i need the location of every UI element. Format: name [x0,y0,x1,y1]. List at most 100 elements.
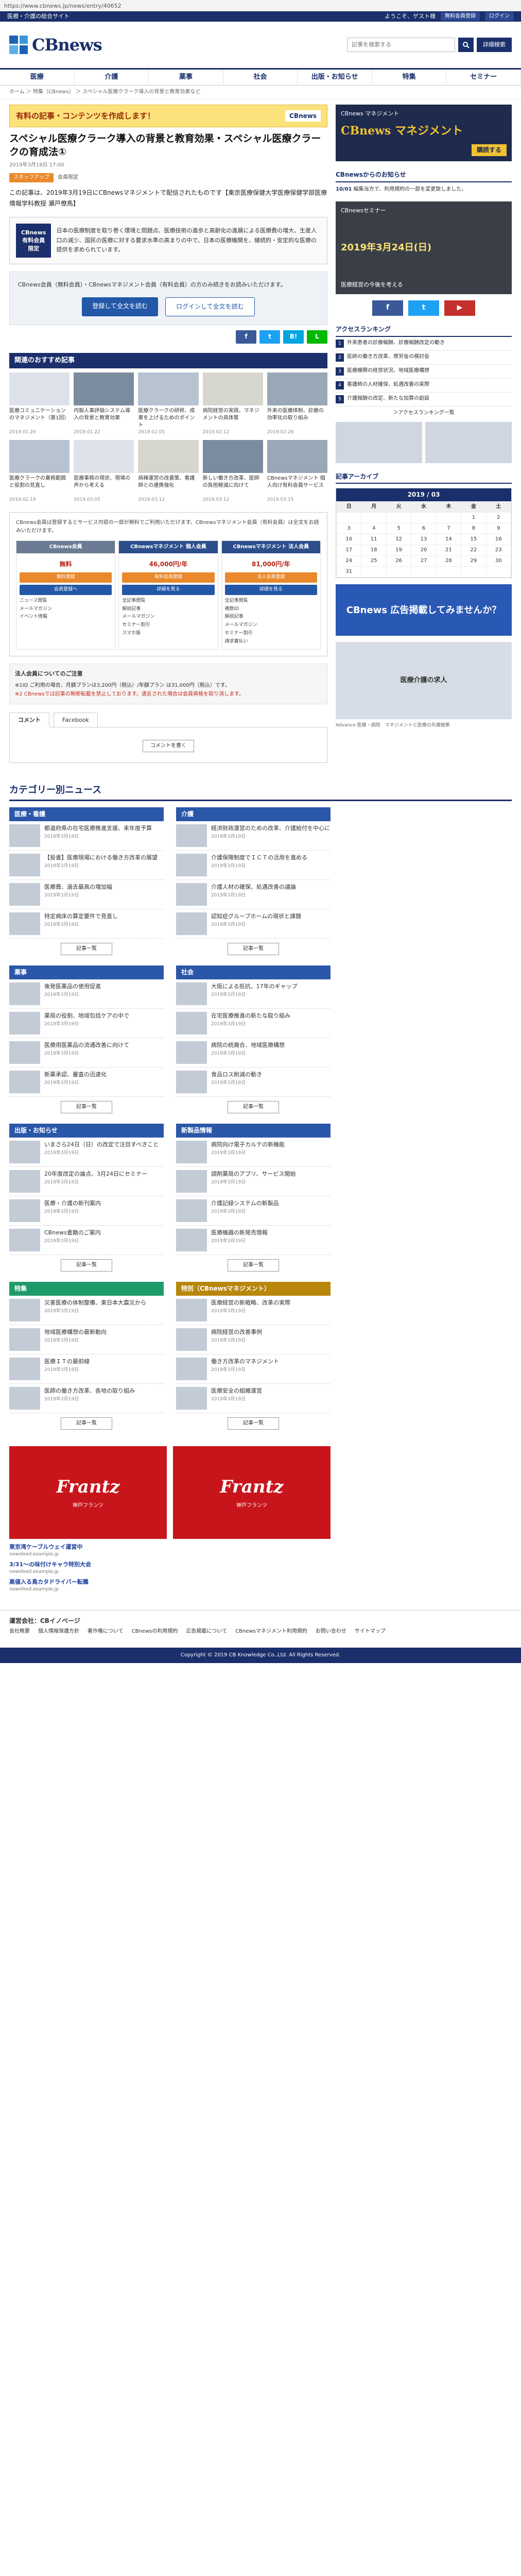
footer-link[interactable]: CBnewsマネジメント利用規約 [235,1628,307,1635]
recommend-item[interactable]: 医療事務の現状、現場の声から考える 2019.03.05 [74,439,134,503]
advanced-search-button[interactable]: 詳細検索 [477,38,512,52]
search-icon[interactable] [458,38,474,52]
recommend-item[interactable]: 病棟運営の改善策、看護師との連携強化 2019.03.12 [138,439,199,503]
recommend-item[interactable]: 医療コミュニケーションのマネジメント（第1回） 2019.01.29 [9,372,70,436]
site-logo[interactable]: CBnews [9,33,102,57]
category-title[interactable]: 医療・看護 [9,807,164,822]
facebook-icon[interactable]: f [372,300,403,316]
footer-link[interactable]: お問い合わせ [316,1628,346,1635]
category-title[interactable]: 介護 [176,807,331,822]
nav-item-publish[interactable]: 出版・お知らせ [298,70,372,85]
category-item[interactable]: 病院向け電子カルテの新機能 2019年3月19日 [176,1138,331,1167]
nav-item-feature[interactable]: 特集 [372,70,447,85]
sidebar-news-item[interactable]: 10/01 編集当方で、利用規約の一部を変更致しました。 [336,182,512,196]
facebook-share-icon[interactable]: f [236,330,256,344]
category-title[interactable]: 社会 [176,965,331,980]
tab-comments[interactable]: コメント [9,712,49,728]
ad-image[interactable] [425,421,512,463]
footer-link[interactable]: 会社概要 [9,1628,30,1635]
plan-signup-button[interactable]: 有料会員登録 [122,572,215,583]
category-title[interactable]: 特集 [9,1281,164,1296]
category-item[interactable]: 地域医療構想の最新動向 2019年3月19日 [9,1325,164,1354]
category-item[interactable]: 災害医療の体制整備、東日本大震災から 2019年3月19日 [9,1296,164,1325]
category-item[interactable]: 医療機器の新発売情報 2019年3月19日 [176,1226,331,1255]
search-input[interactable] [347,38,455,52]
category-item[interactable]: 介護保険制度でＩＣＴの活用を進める 2019年3月19日 [176,851,331,880]
recommend-item[interactable]: 新しい働き方改革、医師の負担軽減に向けて 2019.03.12 [202,439,263,503]
twitter-share-icon[interactable]: t [259,330,280,344]
category-item[interactable]: 医療・介護の新刊案内 2019年3月19日 [9,1196,164,1226]
category-more-button[interactable]: 記事一覧 [228,1417,279,1430]
footer-link[interactable]: 広告掲載について [186,1628,227,1635]
category-item[interactable]: 医療費、過去最高の増加幅 2019年3月19日 [9,880,164,910]
recommend-item[interactable]: 外来の医療体制、診療の効率化の取り組み 2019.02.26 [267,372,327,436]
category-title[interactable]: 新製品情報 [176,1124,331,1138]
category-title[interactable]: 出版・お知らせ [9,1124,164,1138]
ranking-item[interactable]: 2 医師の働き方改革、厚労省の検討会 [336,351,512,365]
category-item[interactable]: 在宅医療推進の新たな取り組み 2019年3月19日 [176,1009,331,1039]
category-more-button[interactable]: 記事一覧 [61,1259,112,1272]
category-more-button[interactable]: 記事一覧 [228,1101,279,1114]
ranking-item[interactable]: 1 外来患者の診療報酬、診療報酬改定の動き [336,337,512,351]
footer-link[interactable]: サイトマップ [355,1628,386,1635]
recommend-item[interactable]: 医療クラークの研修、成果を上げるためのポイント 2019.02.05 [138,372,199,436]
tab-facebook[interactable]: Facebook [54,712,98,728]
category-item[interactable]: 経済財政運営のための改革、介護給付を中心に 2019年3月19日 [176,821,331,851]
ranking-more-link[interactable]: ＞アクセスランキング一覧 [336,410,512,417]
category-item[interactable]: 医療安全の組織運営 2019年3月19日 [176,1384,331,1413]
register-button[interactable]: 無料会員登録 [441,12,480,21]
category-item[interactable]: 20年度改定の論点、3月24日にセミナー 2019年3月19日 [9,1167,164,1196]
category-item[interactable]: 医療経営の新戦略、改革の実際 2019年3月19日 [176,1296,331,1325]
category-item[interactable]: 都道府県の在宅医療推進支援、来年度予算 2019年3月19日 [9,821,164,851]
youtube-icon[interactable]: ▶ [444,300,475,316]
footer-link[interactable]: 個人情報保護方針 [38,1628,79,1635]
plan-signup-button[interactable]: 法人会員登録 [224,572,317,583]
category-more-button[interactable]: 記事一覧 [228,1259,279,1272]
category-title[interactable]: 薬事 [9,965,164,980]
sidebar-ad-jobs[interactable]: 医療介護の求人 [336,642,512,720]
nav-item-seminar[interactable]: セミナー [446,70,521,85]
article-tag[interactable]: スタッフアップ [9,173,54,183]
nav-item-care[interactable]: 介護 [75,70,149,85]
category-item[interactable]: 病院の統廃合、地域医療構想 2019年3月19日 [176,1038,331,1068]
ranking-item[interactable]: 4 看護師の人材確保、処遇改善の実際 [336,379,512,393]
plan-detail-button[interactable]: 詳細を見る [224,584,317,595]
write-comment-button[interactable]: コメントを書く [143,740,194,753]
category-item[interactable]: 認知症グループホームの現状と課題 2019年3月19日 [176,909,331,939]
category-item[interactable]: 医療用医薬品の流通改善に向けて 2019年3月19日 [9,1038,164,1068]
category-more-button[interactable]: 記事一覧 [61,1101,112,1114]
nav-item-pharma[interactable]: 薬事 [149,70,223,85]
category-more-button[interactable]: 記事一覧 [61,1417,112,1430]
category-item[interactable]: 薬局の役割、地域包括ケアの中で 2019年3月19日 [9,1009,164,1039]
category-item[interactable]: 介護人材の確保、処遇改善の議論 2019年3月19日 [176,880,331,910]
twitter-icon[interactable]: t [408,300,439,316]
category-item[interactable]: 【投書】医療現場における働き方改革の展望 2019年3月19日 [9,851,164,880]
recommend-item[interactable]: 内製人事評価システム導入の背景と教育効果 2019.01.22 [74,372,134,436]
category-item[interactable]: 医療ＩＴの最前線 2019年3月19日 [9,1354,164,1384]
ad-image[interactable] [336,421,422,463]
recommend-item[interactable]: 医療クラークの業務範囲と役割の見直し 2019.02.19 [9,439,70,503]
plan-signup-button[interactable]: 無料登録 [20,572,112,583]
ad-link[interactable]: 3/31〜の味付けキャラ特別大会 [9,1561,331,1569]
nav-item-medical[interactable]: 医療 [0,70,75,85]
category-item[interactable]: 大阪による抵抗、17年のギャップ 2019年3月19日 [176,979,331,1009]
ranking-item[interactable]: 5 介護報酬の改定、新たな加算の創設 [336,393,512,406]
category-item[interactable]: 食品ロス削減の動き 2019年3月19日 [176,1067,331,1097]
category-title[interactable]: 特別（CBnewsマネジメント） [176,1281,331,1296]
register-read-button[interactable]: 登録して全文を読む [82,297,158,316]
sidebar-ad-advertise[interactable]: CBnews 広告掲載してみませんか？ [336,584,512,636]
category-more-button[interactable]: 記事一覧 [61,943,112,956]
category-item[interactable]: 病院経営の改善事例 2019年3月19日 [176,1325,331,1354]
category-item[interactable]: 後発医薬品の使用促進 2019年3月19日 [9,979,164,1009]
category-item[interactable]: 新薬承認、審査の迅速化 2019年3月19日 [9,1067,164,1097]
plan-detail-button[interactable]: 詳細を見る [122,584,215,595]
category-item[interactable]: 医師の働き方改革、各地の取り組み 2019年3月19日 [9,1384,164,1413]
footer-link[interactable]: CBnewsの利用規約 [132,1628,178,1635]
ad-banner[interactable]: Frantz 神戸フランツ [173,1446,331,1539]
hatena-share-icon[interactable]: B! [283,330,304,344]
ad-subscribe-button[interactable]: 購読する [471,144,507,156]
ad-link[interactable]: 東京湾ケーブルウェイ運営中 [9,1543,331,1552]
ad-banner[interactable]: Frantz 神戸フランツ [9,1446,167,1539]
plan-detail-button[interactable]: 会員登録へ [20,584,112,595]
line-share-icon[interactable]: L [307,330,327,344]
